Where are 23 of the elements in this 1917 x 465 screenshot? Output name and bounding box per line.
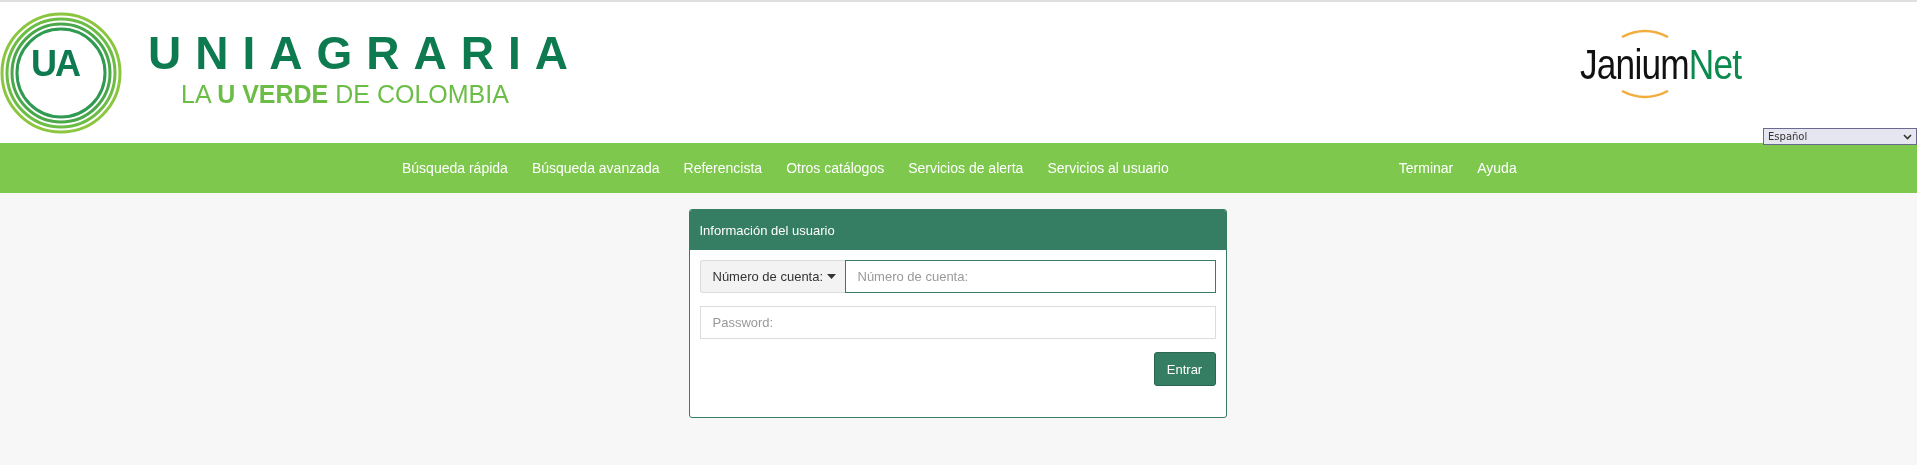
nav-link[interactable]: Terminar bbox=[1398, 160, 1454, 176]
caret-icon bbox=[827, 274, 837, 279]
logo-initials: UA bbox=[31, 46, 79, 82]
card-title: Información del usuario bbox=[699, 222, 835, 238]
chevron-down-icon bbox=[1903, 133, 1912, 140]
arc-icon bbox=[1620, 28, 1670, 38]
password-field[interactable]: Password: bbox=[699, 306, 1216, 339]
nav-link[interactable]: Otros catálogos bbox=[786, 160, 885, 176]
circle-logo-icon bbox=[0, 11, 122, 134]
brand-tagline: LA U VERDE DE COLOMBIA bbox=[181, 82, 509, 107]
nav-link[interactable]: Servicios de alerta bbox=[908, 160, 1024, 176]
nav-link[interactable]: Ayuda bbox=[1477, 160, 1517, 176]
account-type-dropdown[interactable]: Número de cuenta: bbox=[699, 260, 845, 293]
nav-link[interactable]: Referencista bbox=[683, 160, 763, 176]
partner-logo: JaniumNet bbox=[1580, 39, 1742, 90]
nav-link[interactable]: Búsqueda avanzada bbox=[531, 160, 660, 176]
arc-icon bbox=[1620, 90, 1670, 100]
nav-link[interactable]: Búsqueda rápida bbox=[402, 160, 508, 176]
submit-button[interactable]: Entrar bbox=[1153, 352, 1216, 386]
nav-link[interactable]: Servicios al usuario bbox=[1047, 160, 1169, 176]
brand-name: UNIAGRARIA bbox=[148, 30, 582, 76]
language-select[interactable]: Español bbox=[1763, 128, 1917, 145]
account-number-field[interactable]: Número de cuenta: bbox=[844, 260, 1216, 293]
